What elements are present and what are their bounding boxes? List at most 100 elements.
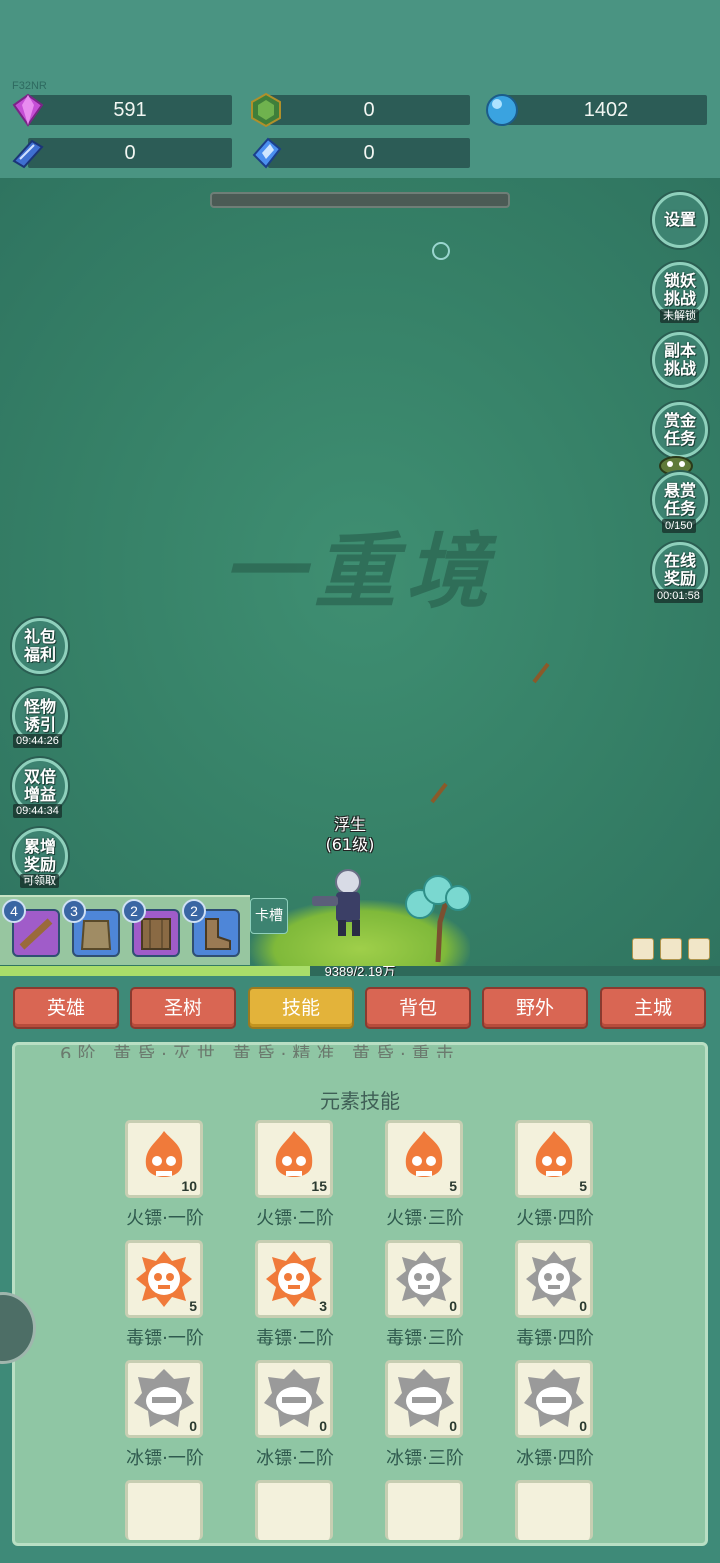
skill-card[interactable]: 0 (125, 1360, 203, 1438)
blue-crystal-icon (252, 137, 282, 169)
skill-card[interactable]: 0 (515, 1360, 593, 1438)
reward-task-progress: 0/150 (662, 519, 696, 533)
boss-progress-bar (210, 192, 510, 208)
skill-label: 火镖·四阶 (516, 1208, 594, 1229)
equip-count-badge: 4 (2, 899, 26, 923)
online-reward-timer: 00:01:58 (654, 589, 703, 603)
skill-count: 0 (319, 1418, 327, 1434)
green-crest-icon (251, 92, 281, 128)
tab-backpack[interactable]: 背包 (365, 987, 471, 1029)
skill-label: 毒镖·一阶 (126, 1328, 204, 1349)
skill-card[interactable]: 0 (385, 1240, 463, 1318)
skill-count: 0 (579, 1418, 587, 1434)
skill-count: 10 (181, 1178, 197, 1194)
accumulate-reward-label: 累增 奖励 (23, 837, 56, 874)
skill-label: 冰镖·一阶 (126, 1448, 204, 1469)
bubble-icon (432, 242, 450, 260)
hero-nameplate: 浮生 (61级) (310, 815, 390, 855)
skill-count: 5 (449, 1178, 457, 1194)
scrolled-skill-labels: 6阶 黄昏·灭世 黄昏·精准 黄昏·重击 (60, 1044, 460, 1058)
skill-card[interactable]: 10 (125, 1120, 203, 1198)
bounty-task-button[interactable]: 赏金 任务 (652, 402, 708, 458)
resource-value: 0 (363, 142, 375, 164)
skill-count: 0 (189, 1418, 197, 1434)
resource-blue-orb[interactable]: 1402 (505, 95, 707, 125)
skill-card-partial[interactable] (515, 1480, 593, 1540)
equip-count-badge: 2 (122, 899, 146, 923)
skill-panel[interactable] (12, 1042, 708, 1546)
card-slot-button[interactable]: 卡槽 (250, 898, 288, 934)
skill-label: 毒镖·四阶 (516, 1328, 594, 1349)
tab-holy-tree[interactable]: 圣树 (130, 987, 236, 1029)
gift-welfare-button[interactable]: 礼包 福利 (12, 618, 68, 674)
equip-count-badge: 3 (62, 899, 86, 923)
settings-label: 设置 (663, 210, 696, 229)
tab-wild[interactable]: 野外 (482, 987, 588, 1029)
book-icon (12, 139, 44, 169)
skill-label: 冰镖·四阶 (516, 1448, 594, 1469)
skill-count: 3 (319, 1298, 327, 1314)
skill-label: 火镖·二阶 (256, 1208, 334, 1229)
arrow-projectile-icon (532, 662, 550, 684)
hero-sprite[interactable] (302, 862, 382, 942)
tab-hero[interactable]: 英雄 (13, 987, 119, 1029)
realm-watermark: 一重境 (222, 524, 498, 620)
double-boost-label: 双倍 增益 (23, 767, 56, 804)
tab-main-city[interactable]: 主城 (600, 987, 706, 1029)
resource-green-crest[interactable]: 0 (268, 95, 470, 125)
gear-small-icon[interactable] (688, 938, 710, 960)
purple-gem-icon (12, 93, 44, 127)
reward-task-label: 悬赏 任务 (663, 481, 696, 518)
skill-count: 0 (449, 1298, 457, 1314)
skill-count: 5 (189, 1298, 197, 1314)
device-tag: F32NR (12, 80, 47, 92)
skill-label: 毒镖·二阶 (256, 1328, 334, 1349)
tab-skills[interactable]: 技能 (248, 987, 354, 1029)
skill-label: 冰镖·二阶 (256, 1448, 334, 1469)
online-reward-label: 在线 奖励 (663, 551, 696, 588)
speed-icon[interactable] (660, 938, 682, 960)
skill-card-partial[interactable] (385, 1480, 463, 1540)
skill-card[interactable]: 5 (125, 1240, 203, 1318)
equip-count-badge: 2 (182, 899, 206, 923)
dungeon-challenge-button[interactable]: 副本 挑战 (652, 332, 708, 388)
resource-value: 0 (124, 142, 136, 164)
spirit-tree-icon (405, 875, 471, 963)
skill-card-partial[interactable] (255, 1480, 333, 1540)
skill-label: 毒镖·三阶 (386, 1328, 464, 1349)
resource-value: 1402 (583, 99, 629, 121)
resource-purple-gem[interactable]: 591 (28, 95, 232, 125)
skill-count: 0 (579, 1298, 587, 1314)
hero-name: 浮生 (333, 815, 366, 834)
skill-count: 5 (579, 1178, 587, 1194)
double-boost-timer: 09:44:34 (13, 804, 62, 818)
arrow-projectile-icon (430, 782, 448, 804)
resource-blue-crystal[interactable]: 0 (268, 138, 470, 168)
skill-card-partial[interactable] (125, 1480, 203, 1540)
section-title: 元素技能 (320, 1089, 400, 1113)
hero-level: (61级) (325, 835, 375, 854)
skill-card[interactable]: 5 (385, 1120, 463, 1198)
resource-skill-book[interactable]: 0 (28, 138, 232, 168)
dungeon-challenge-label: 副本 挑战 (663, 341, 696, 378)
demon-challenge-label: 锁妖 挑战 (663, 271, 696, 308)
skill-card[interactable]: 3 (255, 1240, 333, 1318)
skill-label: 火镖·一阶 (126, 1208, 204, 1229)
resource-value: 0 (363, 99, 375, 121)
auto-battle-icon[interactable] (632, 938, 654, 960)
skill-card[interactable]: 0 (255, 1360, 333, 1438)
monster-lure-label: 怪物 诱引 (23, 697, 56, 734)
skill-card[interactable]: 15 (255, 1120, 333, 1198)
skill-card[interactable]: 0 (385, 1360, 463, 1438)
skill-label: 火镖·三阶 (386, 1208, 464, 1229)
skill-card[interactable]: 0 (515, 1240, 593, 1318)
blue-orb-icon (486, 94, 518, 126)
settings-button[interactable]: 设置 (652, 192, 708, 248)
demon-challenge-status: 未解锁 (660, 309, 699, 323)
gift-welfare-label: 礼包 福利 (23, 627, 56, 664)
bounty-task-label: 赏金 任务 (663, 411, 696, 448)
skill-card[interactable]: 5 (515, 1120, 593, 1198)
skill-label: 冰镖·三阶 (386, 1448, 464, 1469)
accumulate-reward-status: 可领取 (20, 874, 59, 888)
skill-count: 15 (311, 1178, 327, 1194)
